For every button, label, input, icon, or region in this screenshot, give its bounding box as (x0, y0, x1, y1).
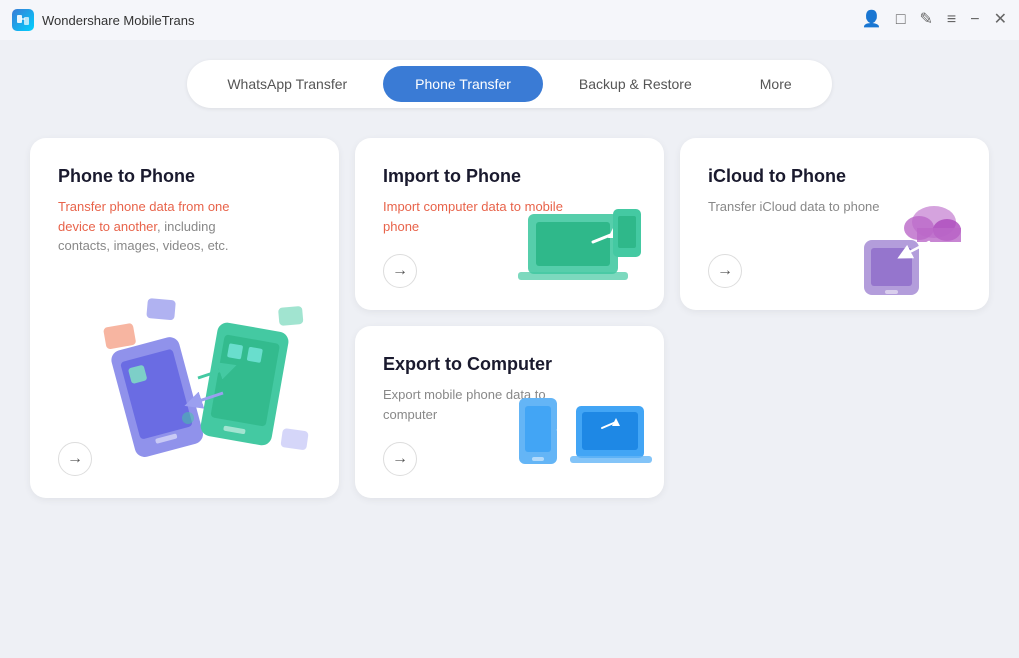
card-phone-to-phone-arrow[interactable]: → (58, 442, 92, 476)
menu-icon[interactable]: ≡ (947, 12, 956, 28)
card-export-title: Export to Computer (383, 354, 636, 375)
app-icon (12, 9, 34, 31)
card-export-to-computer[interactable]: Export to Computer Export mobile phone d… (355, 326, 664, 498)
card-import-to-phone[interactable]: Import to Phone Import computer data to … (355, 138, 664, 310)
account-icon[interactable]: 👤 (862, 12, 882, 28)
card-phone-to-phone-desc: Transfer phone data from one device to a… (58, 197, 258, 256)
card-import-arrow[interactable]: → (383, 254, 417, 288)
card-phone-to-phone[interactable]: Phone to Phone Transfer phone data from … (30, 138, 339, 498)
minimize-icon[interactable]: − (970, 12, 979, 28)
titlebar-left: Wondershare MobileTrans (12, 9, 194, 31)
card-phone-to-phone-title: Phone to Phone (58, 166, 311, 187)
edit-icon[interactable]: ✎ (920, 12, 933, 28)
export-illustration (514, 378, 654, 488)
tabbar: WhatsApp Transfer Phone Transfer Backup … (187, 60, 831, 108)
titlebar: Wondershare MobileTrans 👤 □ ✎ ≡ − ✕ (0, 0, 1019, 40)
card-export-arrow[interactable]: → (383, 442, 417, 476)
tab-backup[interactable]: Backup & Restore (547, 66, 724, 102)
bookmark-icon[interactable]: □ (896, 12, 906, 28)
app-name: Wondershare MobileTrans (42, 13, 194, 28)
close-icon[interactable]: ✕ (994, 12, 1007, 28)
phone-pair-illustration (93, 278, 323, 478)
cards-grid: Phone to Phone Transfer phone data from … (30, 138, 989, 498)
card-icloud-to-phone[interactable]: iCloud to Phone Transfer iCloud data to … (680, 138, 989, 310)
card-icloud-title: iCloud to Phone (708, 166, 961, 187)
tab-whatsapp[interactable]: WhatsApp Transfer (195, 66, 379, 102)
main-content: WhatsApp Transfer Phone Transfer Backup … (0, 40, 1019, 658)
tab-more[interactable]: More (728, 66, 824, 102)
titlebar-controls: 👤 □ ✎ ≡ − ✕ (862, 12, 1007, 28)
icloud-illustration (849, 190, 979, 300)
card-icloud-arrow[interactable]: → (708, 254, 742, 288)
tab-phone[interactable]: Phone Transfer (383, 66, 543, 102)
import-illustration (518, 184, 648, 294)
